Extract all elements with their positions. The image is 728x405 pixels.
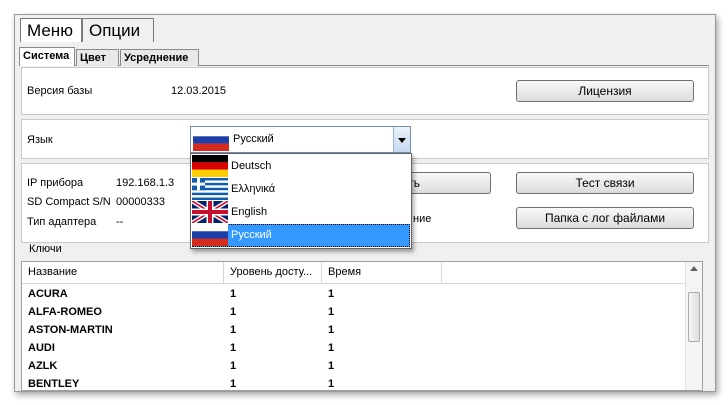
- language-option-russian[interactable]: Русский: [192, 224, 410, 247]
- russia-flag-icon: [192, 224, 228, 246]
- menu-tab-options[interactable]: Опции: [82, 18, 154, 42]
- adapter-value: --: [116, 216, 124, 228]
- test-connection-button[interactable]: Тест связи: [516, 172, 694, 194]
- cell-time: 1: [328, 288, 335, 300]
- germany-flag-icon: [192, 155, 228, 177]
- scroll-up-arrow-icon[interactable]: [690, 266, 698, 271]
- scrollbar-thumb[interactable]: [688, 292, 700, 342]
- chevron-down-icon[interactable]: [393, 127, 410, 152]
- adapter-label: Тип адаптера: [27, 216, 97, 228]
- cell-name: ALFA-ROMEO: [28, 306, 102, 318]
- tab-averaging[interactable]: Усреднение: [120, 49, 199, 66]
- language-option-label: Deutsch: [231, 160, 272, 172]
- table-row[interactable]: ACURA 1 1: [22, 286, 686, 304]
- cell-name: AZLK: [28, 360, 58, 372]
- menu-bar: Меню Опции: [15, 15, 715, 43]
- cell-time: 1: [328, 342, 335, 354]
- sn-label: SD Compact S/N: [27, 196, 111, 208]
- cell-access-level: 1: [230, 342, 237, 354]
- language-dropdown-list: Deutsch Ελληνικά English Русский: [190, 153, 412, 249]
- hidden-option-text: ние: [413, 213, 432, 225]
- cell-name: ASTON-MARTIN: [28, 324, 113, 336]
- uk-flag-icon: [192, 201, 228, 223]
- language-option-greek[interactable]: Ελληνικά: [192, 178, 410, 201]
- cell-access-level: 1: [230, 288, 237, 300]
- column-header-name[interactable]: Название: [22, 262, 224, 283]
- language-option-label: Русский: [231, 229, 272, 241]
- cell-access-level: 1: [230, 378, 237, 390]
- russia-flag-icon: [193, 129, 229, 151]
- column-header-access-level[interactable]: Уровень досту...: [224, 262, 322, 283]
- db-version-value: 12.03.2015: [171, 85, 227, 97]
- cell-time: 1: [328, 360, 335, 372]
- settings-tabs: Система Цвет Усреднение: [19, 47, 709, 66]
- table-row[interactable]: ALFA-ROMEO 1 1: [22, 304, 686, 322]
- app-window: Меню Опции Система Цвет Усреднение Верси…: [14, 14, 716, 392]
- keys-caption: Ключи: [27, 243, 64, 255]
- cell-access-level: 1: [230, 360, 237, 372]
- language-option-label: English: [231, 206, 268, 218]
- tab-color[interactable]: Цвет: [76, 49, 119, 66]
- language-selected-value: Русский: [233, 133, 274, 145]
- column-header-time[interactable]: Время: [322, 262, 442, 283]
- db-version-label: Версия базы: [27, 85, 93, 97]
- language-option-deutsch[interactable]: Deutsch: [192, 155, 410, 178]
- table-row[interactable]: AUDI 1 1: [22, 340, 686, 358]
- language-option-english[interactable]: English: [192, 201, 410, 224]
- tab-system[interactable]: Система: [19, 47, 75, 66]
- license-button[interactable]: Лицензия: [516, 80, 694, 102]
- ip-label: IP прибора: [27, 177, 84, 189]
- table-row[interactable]: ASTON-MARTIN 1 1: [22, 322, 686, 340]
- keys-group: Ключи Название Уровень досту... Время AC…: [19, 243, 705, 391]
- sn-value: 00000333: [116, 196, 165, 208]
- cell-time: 1: [328, 306, 335, 318]
- table-scrollbar[interactable]: [685, 262, 702, 390]
- cell-name: AUDI: [28, 342, 55, 354]
- keys-table[interactable]: Название Уровень досту... Время ACURA 1 …: [21, 261, 703, 391]
- ip-value: 192.168.1.3: [116, 177, 175, 189]
- cell-time: 1: [328, 378, 335, 390]
- menu-tab-menu[interactable]: Меню: [20, 18, 82, 42]
- cell-access-level: 1: [230, 306, 237, 318]
- language-option-label: Ελληνικά: [231, 183, 276, 195]
- language-select[interactable]: Русский: [190, 126, 411, 153]
- cell-time: 1: [328, 324, 335, 336]
- table-row[interactable]: BENTLEY 1 1: [22, 376, 686, 391]
- cell-access-level: 1: [230, 324, 237, 336]
- table-row[interactable]: AZLK 1 1: [22, 358, 686, 376]
- language-label: Язык: [27, 134, 53, 146]
- cell-name: ACURA: [28, 288, 68, 300]
- table-header: Название Уровень досту... Время: [22, 262, 686, 284]
- greece-flag-icon: [192, 178, 228, 200]
- log-folder-button[interactable]: Папка с лог файлами: [516, 207, 694, 229]
- cell-name: BENTLEY: [28, 378, 80, 390]
